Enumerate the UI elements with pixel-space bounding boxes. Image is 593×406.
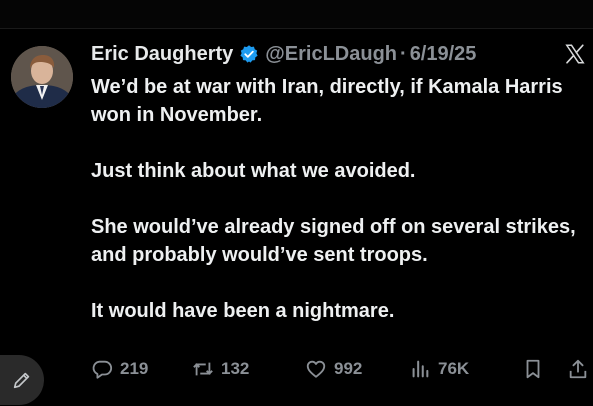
tweet-actions: 219 132 992 76K (91, 355, 591, 383)
tweet-header: Eric Daugherty @EricLDaugh · 6/19/25 (91, 41, 476, 67)
views-count: 76K (438, 359, 470, 378)
bookmark-icon (526, 359, 540, 379)
tweet-paragraph: It would have been a nightmare. (91, 300, 395, 322)
like-button[interactable]: 992 (305, 355, 362, 383)
x-logo-icon[interactable] (564, 43, 586, 65)
compose-icon (13, 372, 30, 389)
heart-icon (306, 360, 326, 378)
share-icon (569, 359, 587, 379)
avatar[interactable] (11, 46, 73, 108)
screenshot-frame: Eric Daugherty @EricLDaugh · 6/19/25 We’… (0, 0, 593, 406)
retweet-button[interactable]: 132 (192, 355, 249, 383)
like-count: 992 (334, 359, 363, 378)
retweet-icon (193, 362, 213, 376)
bookmark-button[interactable] (522, 355, 551, 383)
views-button[interactable]: 76K (409, 355, 469, 383)
tweet-paragraph: Just think about what we avoided. (91, 160, 416, 182)
author-handle[interactable]: @EricLDaugh (265, 43, 397, 66)
avatar-image (11, 46, 73, 108)
tweet-paragraph: We’d be at war with Iran, directly, if K… (91, 76, 563, 126)
retweet-count: 132 (221, 359, 250, 378)
header-separator: · (400, 42, 407, 65)
views-icon (412, 360, 429, 378)
reply-icon (92, 360, 113, 379)
tweet-paragraph: She would’ve already signed off on sever… (91, 216, 576, 266)
verified-badge-icon (239, 44, 259, 64)
tweet-date[interactable]: 6/19/25 (410, 43, 477, 66)
reply-count: 219 (120, 359, 149, 378)
reply-button[interactable]: 219 (91, 355, 148, 383)
share-button[interactable] (567, 355, 593, 383)
tweet-text: We’d be at war with Iran, directly, if K… (91, 73, 586, 325)
author-name[interactable]: Eric Daugherty (91, 43, 233, 66)
